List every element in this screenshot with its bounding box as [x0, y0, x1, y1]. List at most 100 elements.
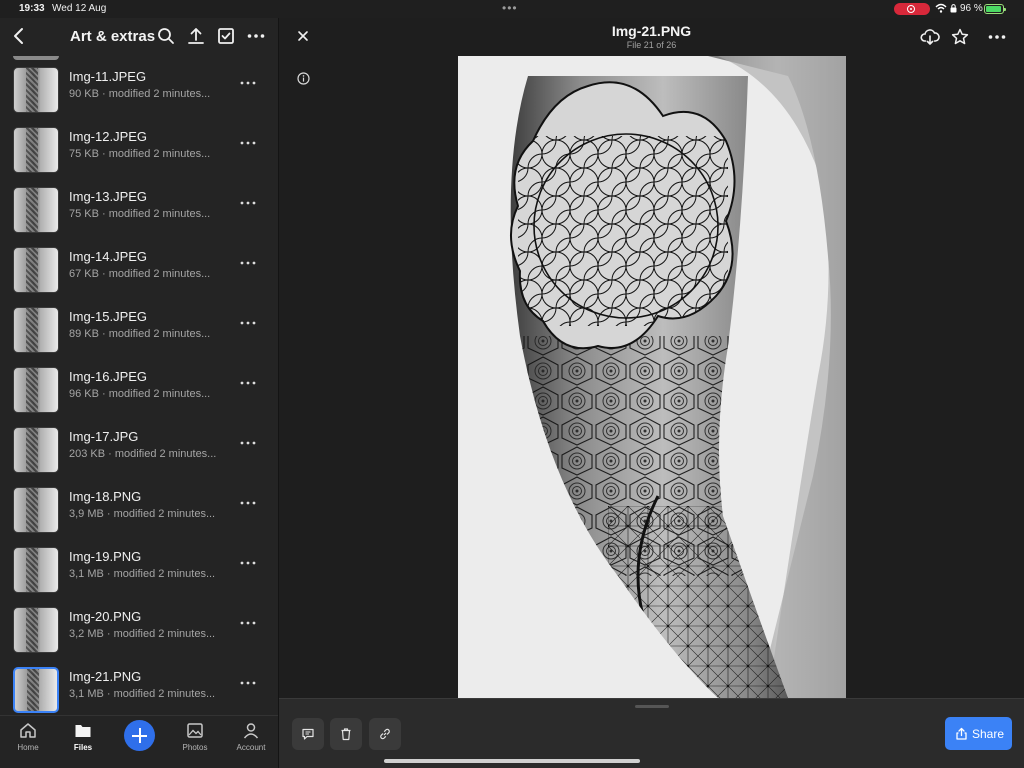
file-name: Img-18.PNG	[69, 489, 142, 504]
multitasking-dots[interactable]: •••	[502, 1, 518, 15]
trash-icon	[341, 728, 351, 741]
file-thumbnail	[13, 67, 59, 113]
row-more-icon[interactable]	[240, 500, 256, 506]
file-row[interactable]: Img-15.JPEG 89 KB · modified 2 minutes..…	[0, 296, 278, 356]
tab-account[interactable]: Account	[226, 722, 276, 752]
orientation-lock-icon	[950, 4, 957, 13]
create-button[interactable]	[124, 720, 155, 751]
file-name: Img-11.JPEG	[69, 69, 147, 84]
more-options-icon[interactable]	[246, 26, 266, 46]
row-more-icon[interactable]	[240, 560, 256, 566]
file-name: Img-21.PNG	[69, 669, 142, 684]
comment-icon	[302, 728, 314, 740]
account-icon	[243, 723, 259, 739]
back-chevron-icon[interactable]	[12, 26, 26, 46]
file-name: Img-20.PNG	[69, 609, 142, 624]
info-icon[interactable]	[297, 72, 310, 85]
home-icon	[20, 723, 36, 738]
comment-button[interactable]	[292, 718, 324, 750]
screen-recording-icon[interactable]	[894, 3, 930, 15]
file-thumbnail	[13, 187, 59, 233]
row-more-icon[interactable]	[240, 140, 256, 146]
tab-home-label: Home	[17, 743, 39, 752]
viewer-title: Img-21.PNG	[611, 23, 692, 39]
tattoo-photo[interactable]	[458, 56, 846, 698]
file-row[interactable]: Img-13.JPEG 75 KB · modified 2 minutes..…	[0, 176, 278, 236]
file-row[interactable]: Img-19.PNG 3,1 MB · modified 2 minutes..…	[0, 536, 278, 596]
file-meta: 75 KB · modified 2 minutes...	[69, 148, 211, 160]
file-name: Img-15.JPEG	[69, 309, 148, 324]
delete-button[interactable]	[330, 718, 362, 750]
select-checkbox-icon[interactable]	[216, 26, 236, 46]
star-icon[interactable]	[950, 27, 970, 47]
file-thumbnail	[13, 667, 59, 713]
battery-percentage: 96 %	[960, 3, 983, 14]
file-meta: 96 KB · modified 2 minutes...	[69, 388, 211, 400]
file-meta: 90 KB · modified 2 minutes...	[69, 88, 211, 100]
more-options-icon[interactable]	[987, 27, 1007, 47]
file-meta: 67 KB · modified 2 minutes...	[69, 268, 211, 280]
file-thumbnail	[13, 127, 59, 173]
row-more-icon[interactable]	[240, 200, 256, 206]
battery-fill	[986, 6, 1002, 12]
file-thumbnail	[13, 607, 59, 653]
row-more-icon[interactable]	[240, 380, 256, 386]
file-meta: 3,2 MB · modified 2 minutes...	[69, 628, 216, 640]
file-sidebar: Art & extras Img-11.JPEG 90 KB · modifie…	[0, 18, 278, 768]
share-button[interactable]: Share	[945, 717, 1012, 750]
file-list[interactable]: Img-11.JPEG 90 KB · modified 2 minutes..…	[0, 56, 278, 716]
file-name: Img-19.PNG	[69, 549, 142, 564]
file-row[interactable]: Img-17.JPG 203 KB · modified 2 minutes..…	[0, 416, 278, 476]
file-name: Img-14.JPEG	[69, 249, 148, 264]
status-time: 19:33	[19, 3, 45, 14]
drawer-handle[interactable]	[635, 705, 669, 708]
copy-link-button[interactable]	[369, 718, 401, 750]
row-more-icon[interactable]	[240, 320, 256, 326]
folder-icon	[75, 725, 91, 737]
tab-files[interactable]: Files	[58, 722, 108, 752]
file-meta: 75 KB · modified 2 minutes...	[69, 208, 211, 220]
tab-account-label: Account	[236, 743, 266, 752]
file-thumbnail	[13, 247, 59, 293]
tab-photos[interactable]: Photos	[170, 722, 220, 752]
file-thumbnail	[13, 547, 59, 593]
file-row[interactable]: Img-12.JPEG 75 KB · modified 2 minutes..…	[0, 116, 278, 176]
file-name: Img-12.JPEG	[69, 129, 148, 144]
row-more-icon[interactable]	[240, 260, 256, 266]
file-row[interactable]: Img-20.PNG 3,2 MB · modified 2 minutes..…	[0, 596, 278, 656]
download-icon[interactable]	[920, 27, 940, 47]
file-meta: 3,1 MB · modified 2 minutes...	[69, 568, 216, 580]
file-thumbnail	[13, 487, 59, 533]
file-name: Img-17.JPG	[69, 429, 139, 444]
tab-files-label: Files	[73, 743, 93, 752]
share-label: Share	[972, 727, 1005, 741]
viewer-toolbar: Share	[279, 698, 1024, 768]
wifi-icon	[935, 3, 947, 13]
row-more-icon[interactable]	[240, 620, 256, 626]
file-row[interactable]: Img-18.PNG 3,9 MB · modified 2 minutes..…	[0, 476, 278, 536]
upload-icon[interactable]	[186, 26, 206, 46]
status-date: Wed 12 Aug	[52, 3, 107, 14]
file-name: Img-16.JPEG	[69, 369, 148, 384]
file-row[interactable]: Img-14.JPEG 67 KB · modified 2 minutes..…	[0, 236, 278, 296]
row-more-icon[interactable]	[240, 440, 256, 446]
file-row-selected[interactable]: Img-21.PNG 3,1 MB · modified 2 minutes..…	[0, 656, 278, 716]
search-icon[interactable]	[156, 26, 176, 46]
folder-title: Art & extras	[70, 28, 156, 45]
home-indicator[interactable]	[384, 759, 640, 763]
row-more-icon[interactable]	[240, 680, 256, 686]
file-meta: 3,9 MB · modified 2 minutes...	[69, 508, 216, 520]
row-more-icon[interactable]	[240, 80, 256, 86]
file-meta: 203 KB · modified 2 minutes...	[69, 448, 217, 460]
file-thumbnail	[13, 427, 59, 473]
file-thumbnail	[13, 367, 59, 413]
viewer-subtitle: File 21 of 26	[626, 40, 677, 50]
sidebar-header: Art & extras	[0, 18, 278, 56]
share-icon	[956, 727, 967, 740]
tab-photos-label: Photos	[182, 743, 208, 752]
status-bar: 19:33 Wed 12 Aug ••• 96 %	[0, 0, 1024, 18]
photos-icon	[187, 723, 203, 738]
file-row[interactable]: Img-11.JPEG 90 KB · modified 2 minutes..…	[0, 56, 278, 116]
file-row[interactable]: Img-16.JPEG 96 KB · modified 2 minutes..…	[0, 356, 278, 416]
tab-home[interactable]: Home	[3, 722, 53, 752]
